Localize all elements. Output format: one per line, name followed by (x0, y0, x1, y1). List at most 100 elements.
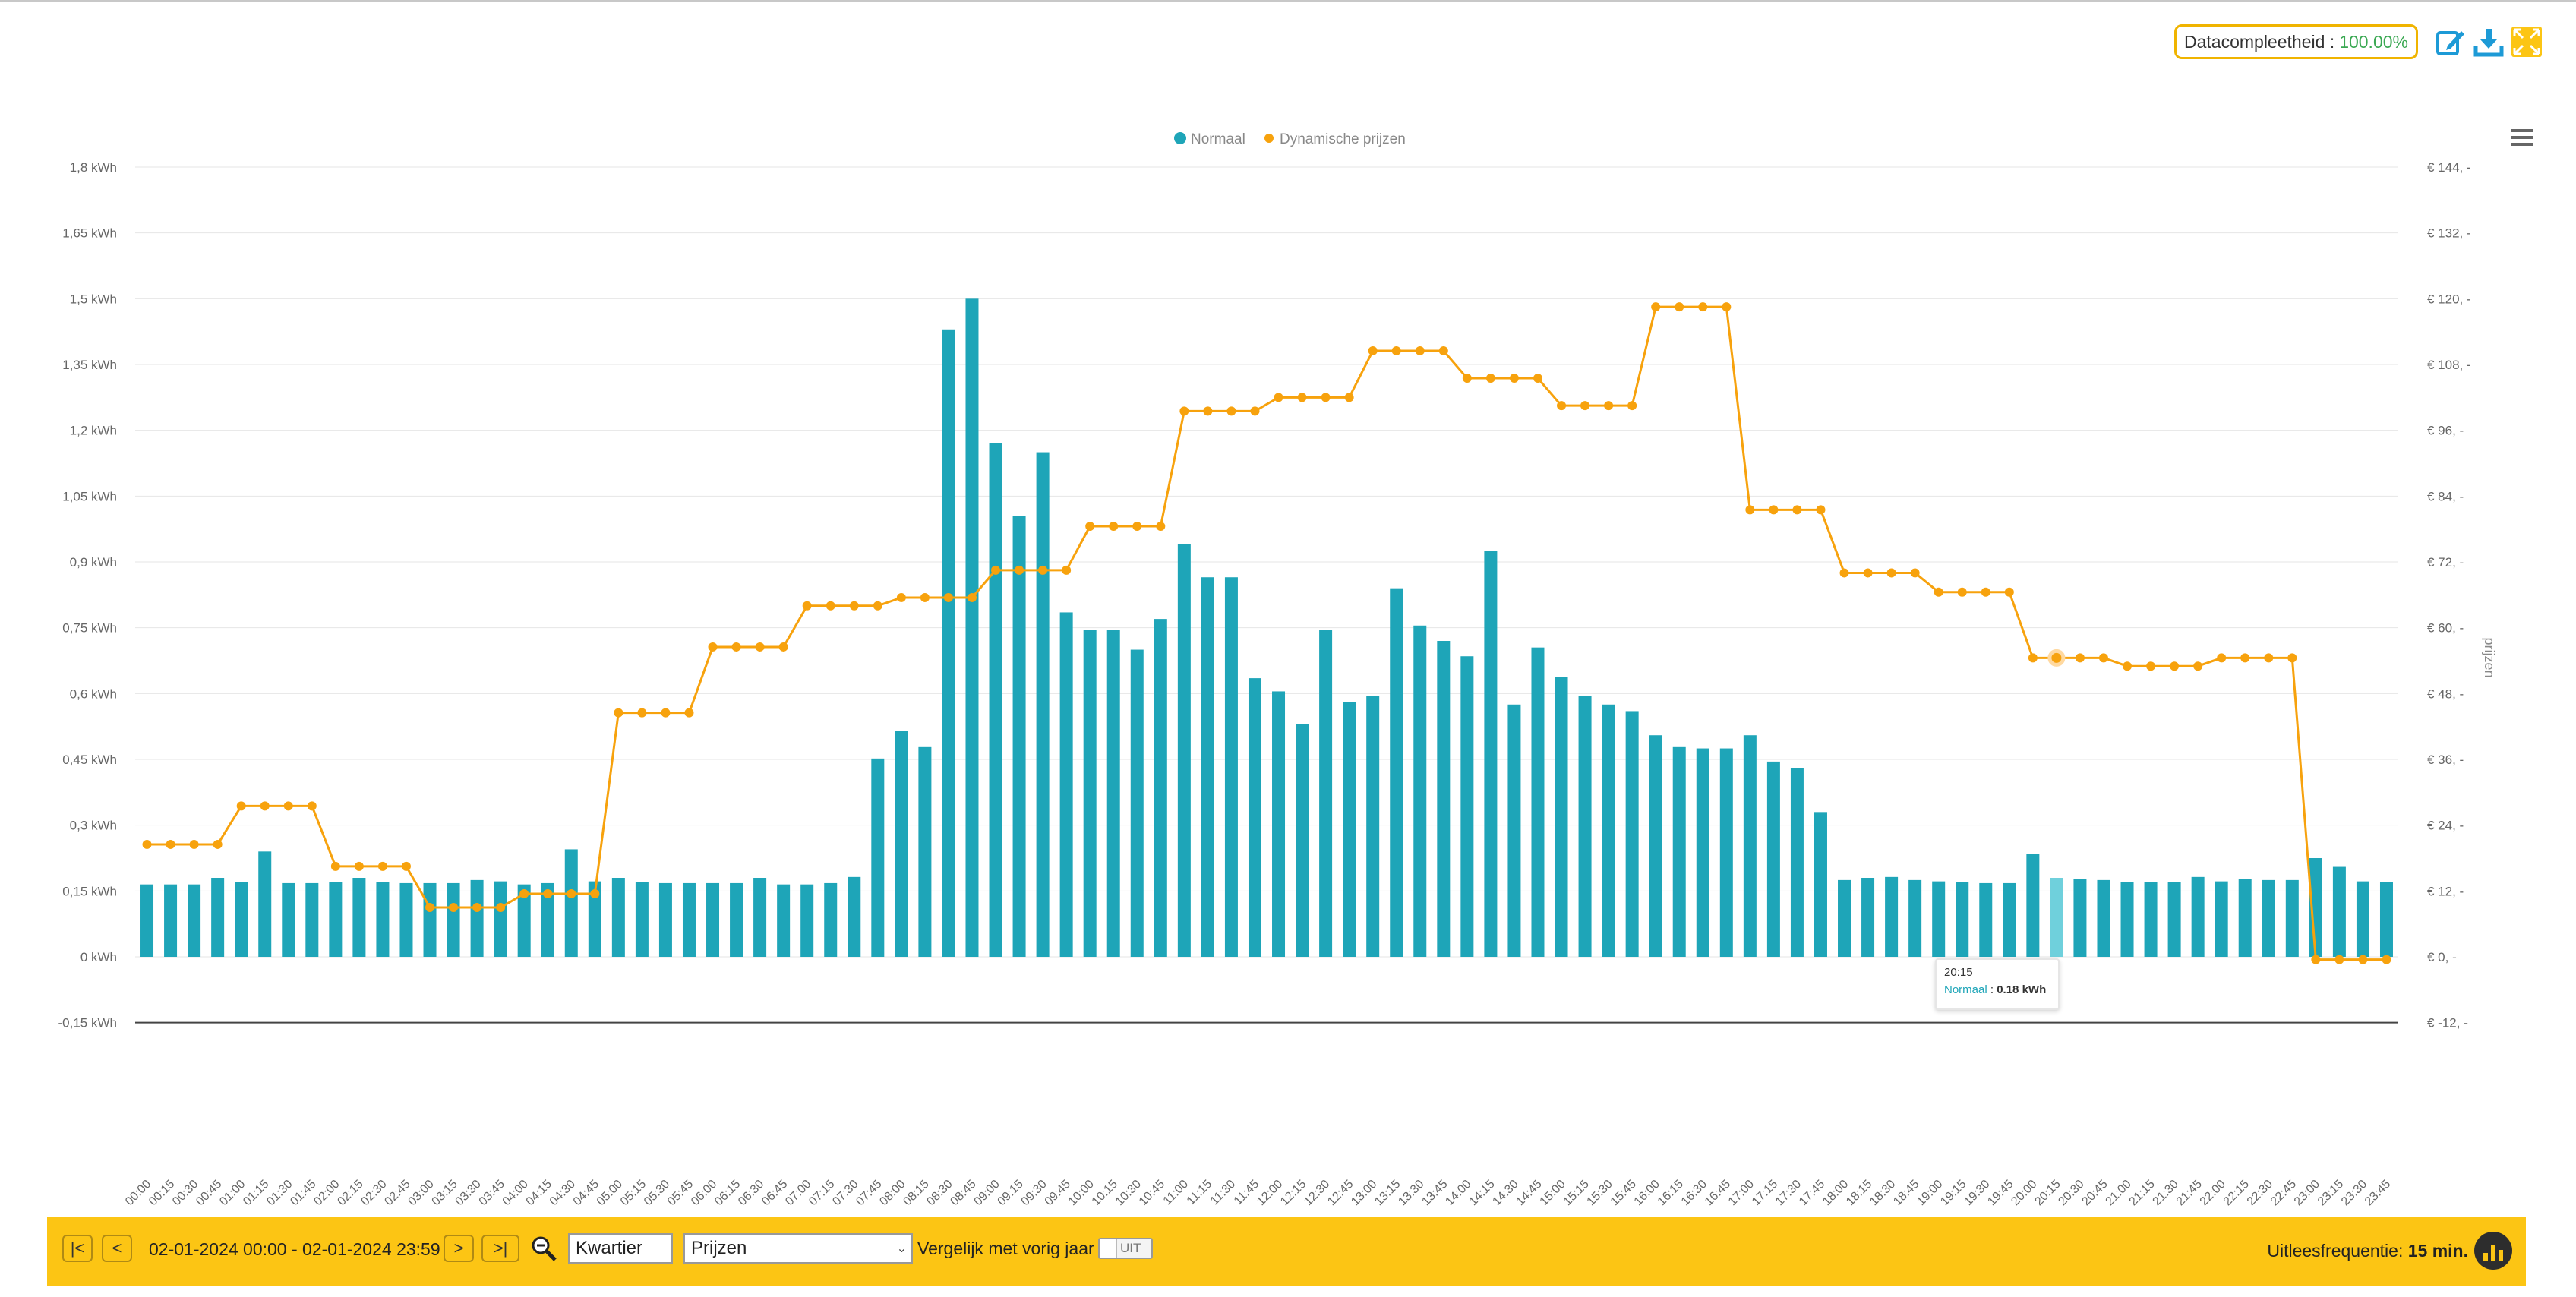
price-point[interactable] (2047, 648, 2066, 667)
price-point[interactable] (991, 565, 1001, 575)
bar[interactable] (1719, 748, 1733, 957)
bar[interactable] (1672, 746, 1686, 957)
bar[interactable] (1838, 879, 1852, 957)
chart-menu-icon[interactable] (2511, 129, 2533, 149)
bar[interactable] (824, 882, 838, 957)
price-point[interactable] (755, 642, 765, 652)
price-point[interactable] (1604, 401, 1614, 411)
price-point[interactable] (330, 861, 340, 871)
price-point[interactable] (1321, 393, 1331, 402)
bar[interactable] (2332, 866, 2346, 957)
legend-label-prices[interactable]: Dynamische prijzen (1280, 131, 1406, 147)
bar[interactable] (164, 884, 178, 957)
price-point[interactable] (1769, 505, 1779, 515)
price-point[interactable] (1886, 568, 1896, 578)
price-point[interactable] (1344, 393, 1354, 402)
price-point[interactable] (2123, 661, 2132, 671)
price-point[interactable] (1156, 522, 1166, 532)
price-point[interactable] (543, 888, 553, 898)
bar[interactable] (1602, 704, 1615, 957)
price-point[interactable] (1038, 565, 1048, 575)
price-point[interactable] (2075, 653, 2085, 663)
bar[interactable] (1979, 882, 1993, 957)
next-period-button[interactable]: > (444, 1235, 474, 1262)
price-point[interactable] (590, 888, 600, 898)
price-point[interactable] (449, 903, 459, 912)
price-point[interactable] (236, 801, 246, 811)
price-point[interactable] (1745, 505, 1755, 515)
bar[interactable] (1460, 656, 1474, 957)
bar[interactable] (494, 881, 507, 957)
bar[interactable] (1012, 516, 1026, 957)
price-point[interactable] (2240, 653, 2250, 663)
bar[interactable] (2285, 879, 2299, 957)
bar[interactable] (2191, 876, 2205, 957)
price-point[interactable] (2264, 653, 2274, 663)
price-point[interactable] (1250, 406, 1260, 416)
price-point[interactable] (2334, 955, 2344, 964)
bar[interactable] (1766, 761, 1780, 957)
bar[interactable] (1649, 735, 1662, 957)
price-point[interactable] (1910, 568, 1920, 578)
bar[interactable] (1059, 612, 1073, 957)
bar[interactable] (1743, 735, 1757, 957)
price-point[interactable] (519, 888, 529, 898)
price-point[interactable] (1934, 587, 1943, 597)
bar[interactable] (376, 882, 390, 957)
price-point[interactable] (1722, 302, 1732, 312)
bar[interactable] (1437, 641, 1451, 957)
price-point[interactable] (1085, 522, 1095, 532)
price-point[interactable] (1203, 406, 1213, 416)
bar[interactable] (895, 731, 908, 957)
bar[interactable] (2238, 879, 2252, 957)
bar[interactable] (140, 884, 154, 957)
price-point[interactable] (826, 601, 835, 611)
bar[interactable] (1177, 544, 1191, 957)
bar[interactable] (1908, 879, 1922, 957)
bar[interactable] (777, 884, 791, 957)
bar[interactable] (470, 879, 484, 957)
price-point[interactable] (496, 903, 506, 912)
bar[interactable] (2167, 882, 2181, 957)
price-point[interactable] (1792, 505, 1802, 515)
price-point[interactable] (189, 839, 199, 849)
bar[interactable] (447, 882, 460, 957)
bar[interactable] (1130, 649, 1144, 957)
fullscreen-icon[interactable] (2509, 24, 2544, 59)
price-point[interactable] (1179, 406, 1189, 416)
price-point[interactable] (2028, 653, 2038, 663)
line-series-prices[interactable] (142, 302, 2391, 964)
bar[interactable] (2050, 878, 2063, 957)
chart-legend[interactable]: Normaal Dynamische prijzen (1174, 131, 1406, 147)
bar[interactable] (706, 882, 720, 957)
price-point[interactable] (1509, 374, 1519, 383)
price-point[interactable] (213, 839, 223, 849)
price-point[interactable] (1462, 374, 1472, 383)
price-point[interactable] (1957, 587, 1967, 597)
bar[interactable] (1319, 630, 1333, 957)
bar[interactable] (800, 884, 814, 957)
bar[interactable] (1507, 704, 1521, 957)
price-point[interactable] (802, 601, 812, 611)
bar[interactable] (1861, 878, 1875, 957)
bar[interactable] (871, 758, 885, 957)
bar[interactable] (1790, 768, 1804, 957)
bar[interactable] (1814, 812, 1827, 957)
price-point[interactable] (1839, 568, 1849, 578)
price-point[interactable] (1132, 522, 1142, 532)
price-point[interactable] (684, 708, 694, 718)
price-point[interactable] (778, 642, 788, 652)
price-point[interactable] (2217, 653, 2227, 663)
bar[interactable] (1531, 647, 1545, 957)
bar[interactable] (1154, 619, 1167, 957)
download-icon[interactable] (2471, 24, 2506, 59)
bar[interactable] (1224, 577, 1238, 957)
price-point[interactable] (142, 839, 152, 849)
price-point[interactable] (1627, 401, 1637, 411)
price-point[interactable] (1297, 393, 1307, 402)
price-point[interactable] (425, 903, 435, 912)
price-point[interactable] (967, 592, 977, 602)
bar[interactable] (2379, 882, 2393, 957)
price-point[interactable] (896, 592, 906, 602)
bar[interactable] (989, 443, 1002, 957)
